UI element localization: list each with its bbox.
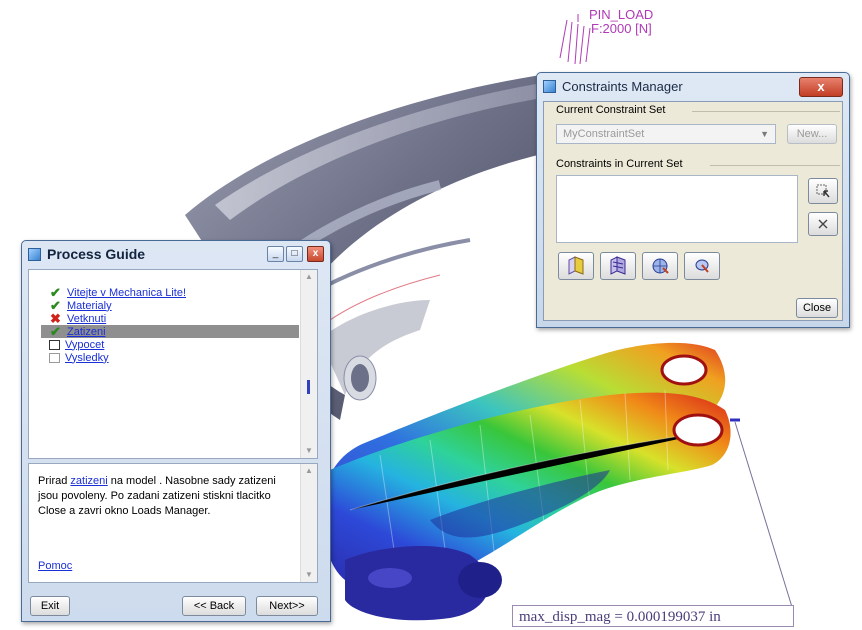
scroll-thumb[interactable]	[307, 380, 310, 394]
pin-load-name: PIN_LOAD	[589, 7, 654, 22]
edge-constraint-button[interactable]	[600, 252, 636, 280]
maximize-button[interactable]: □	[286, 246, 303, 262]
pin-load-annotation: PIN_LOAD F:2000 [N]	[575, 8, 653, 36]
new-set-button[interactable]: New...	[787, 124, 837, 144]
chevron-down-icon: ▼	[760, 129, 769, 139]
step-welcome[interactable]: ✔ Vitejte v Mechanica Lite!	[49, 286, 186, 299]
group-divider	[710, 165, 840, 166]
back-button[interactable]: << Back	[182, 596, 246, 616]
pin-constraint-icon	[695, 259, 709, 273]
next-button[interactable]: Next>>	[256, 596, 318, 616]
max-displacement-label: max_disp_mag = 0.000199037 in	[512, 605, 794, 627]
empty-checkbox-icon	[49, 339, 60, 350]
checkmark-icon: ✔	[50, 324, 61, 339]
group-divider	[692, 111, 840, 112]
window-title: Constraints Manager	[562, 78, 683, 94]
step-link[interactable]: Vypocet	[65, 339, 104, 351]
exit-button[interactable]: Exit	[30, 596, 70, 616]
pin-constraint-button[interactable]	[684, 252, 720, 280]
process-guide-window: Process Guide _ □ x ✔ Vitejte v Mechanic…	[21, 240, 331, 622]
steps-panel: ✔ Vitejte v Mechanica Lite! ✔ Materialy …	[28, 269, 318, 459]
step-loads[interactable]: ✔ Zatizeni	[41, 325, 299, 338]
step-link[interactable]: Vetknuti	[67, 313, 106, 325]
edge-constraint-icon	[610, 256, 626, 275]
scroll-down-icon[interactable]: ▼	[301, 444, 317, 458]
constraints-manager-window: Constraints Manager x Current Constraint…	[536, 72, 850, 328]
app-icon	[28, 247, 41, 261]
face-constraint-icon	[568, 256, 584, 275]
step-results[interactable]: Vysledky	[49, 351, 109, 364]
loads-help-link[interactable]: zatizeni	[70, 475, 107, 487]
empty-checkbox-icon	[49, 352, 60, 363]
constraint-set-dropdown[interactable]: MyConstraintSet ▼	[556, 124, 776, 144]
constraints-manager-body: Current Constraint Set MyConstraintSet ▼…	[543, 101, 843, 321]
help-scrollbar[interactable]: ▲ ▼	[300, 464, 317, 582]
delete-constraint-button[interactable]	[808, 212, 838, 236]
face-constraint-button[interactable]	[558, 252, 594, 280]
help-link[interactable]: Pomoc	[38, 560, 72, 572]
close-button[interactable]: Close	[796, 298, 838, 318]
step-link[interactable]: Vysledky	[65, 352, 109, 364]
sphere-constraint-button[interactable]	[642, 252, 678, 280]
window-title: Process Guide	[47, 246, 146, 262]
help-text: Prirad zatizeni na model . Nasobne sady …	[38, 474, 293, 519]
scroll-up-icon[interactable]: ▲	[301, 270, 317, 284]
step-link[interactable]: Materialy	[67, 300, 112, 312]
current-set-label: Current Constraint Set	[556, 104, 666, 116]
sphere-constraint-icon	[652, 258, 669, 274]
step-compute[interactable]: Vypocet	[49, 338, 104, 351]
close-window-button[interactable]: x	[799, 77, 843, 97]
step-link[interactable]: Vitejte v Mechanica Lite!	[67, 287, 186, 299]
app-icon	[543, 79, 556, 93]
step-link[interactable]: Zatizeni	[67, 326, 106, 338]
help-text-part: Prirad	[38, 475, 71, 487]
deformed-part-fringe	[321, 342, 731, 621]
edit-constraint-button[interactable]	[808, 178, 838, 204]
scroll-down-icon[interactable]: ▼	[301, 568, 317, 582]
pin-load-force: F:2000 [N]	[591, 21, 652, 36]
constraint-set-value: MyConstraintSet	[563, 128, 645, 140]
help-panel: Prirad zatizeni na model . Nasobne sady …	[28, 463, 318, 583]
max-disp-leader	[730, 418, 793, 608]
minimize-button[interactable]: _	[267, 246, 284, 262]
steps-scrollbar[interactable]: ▲ ▼	[300, 270, 317, 458]
scroll-up-icon[interactable]: ▲	[301, 464, 317, 478]
delete-x-icon	[818, 219, 828, 229]
constraint-edit-icon	[816, 184, 830, 198]
constraints-in-set-label: Constraints in Current Set	[556, 158, 683, 170]
constraints-list[interactable]	[556, 175, 798, 243]
close-window-button[interactable]: x	[307, 246, 324, 262]
